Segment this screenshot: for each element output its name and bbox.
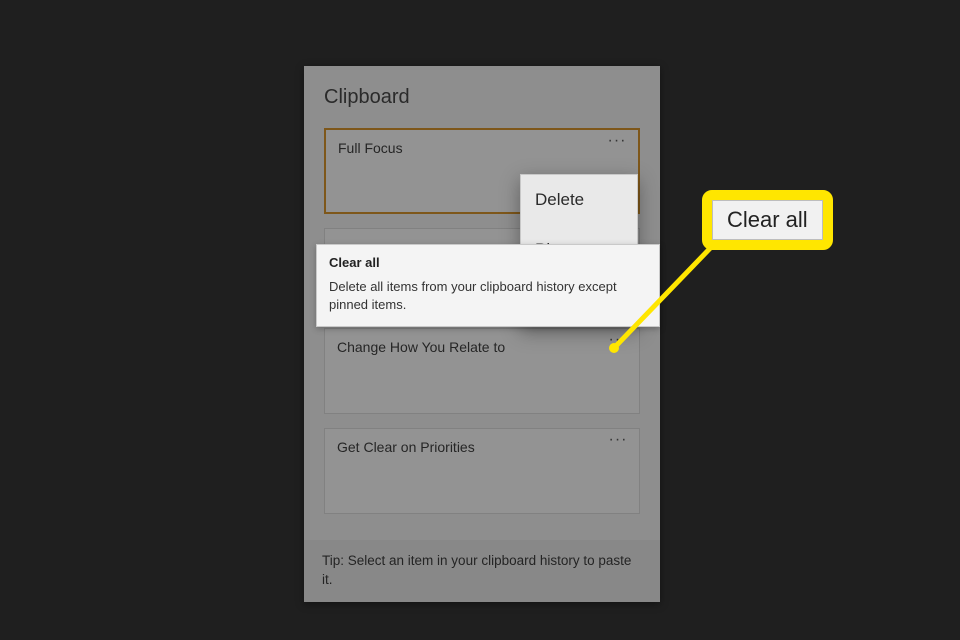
clipboard-panel: Clipboard Full Focus ··· ··· Change How … — [304, 66, 660, 602]
callout: Clear all — [702, 190, 833, 250]
panel-title: Clipboard — [324, 86, 410, 109]
tip-text: Tip: Select an item in your clipboard hi… — [322, 553, 631, 587]
clipboard-item[interactable]: Change How You Relate to ··· — [324, 328, 640, 414]
callout-clear-all-button[interactable]: Clear all — [712, 200, 823, 240]
clipboard-item-text: Full Focus — [338, 140, 403, 156]
clipboard-item[interactable]: Get Clear on Priorities ··· — [324, 428, 640, 514]
tooltip-title: Clear all — [329, 255, 647, 270]
clipboard-item-text: Get Clear on Priorities — [337, 439, 475, 455]
more-icon[interactable]: ··· — [607, 337, 629, 353]
more-icon[interactable]: ··· — [607, 437, 629, 453]
tooltip: Clear all Delete all items from your cli… — [316, 244, 660, 327]
tip-bar: Tip: Select an item in your clipboard hi… — [304, 540, 660, 602]
tooltip-body: Delete all items from your clipboard his… — [329, 278, 647, 314]
callout-frame: Clear all — [702, 190, 833, 250]
menu-delete[interactable]: Delete — [521, 175, 637, 225]
more-icon[interactable]: ··· — [606, 138, 628, 154]
clipboard-item-text: Change How You Relate to — [337, 339, 505, 355]
